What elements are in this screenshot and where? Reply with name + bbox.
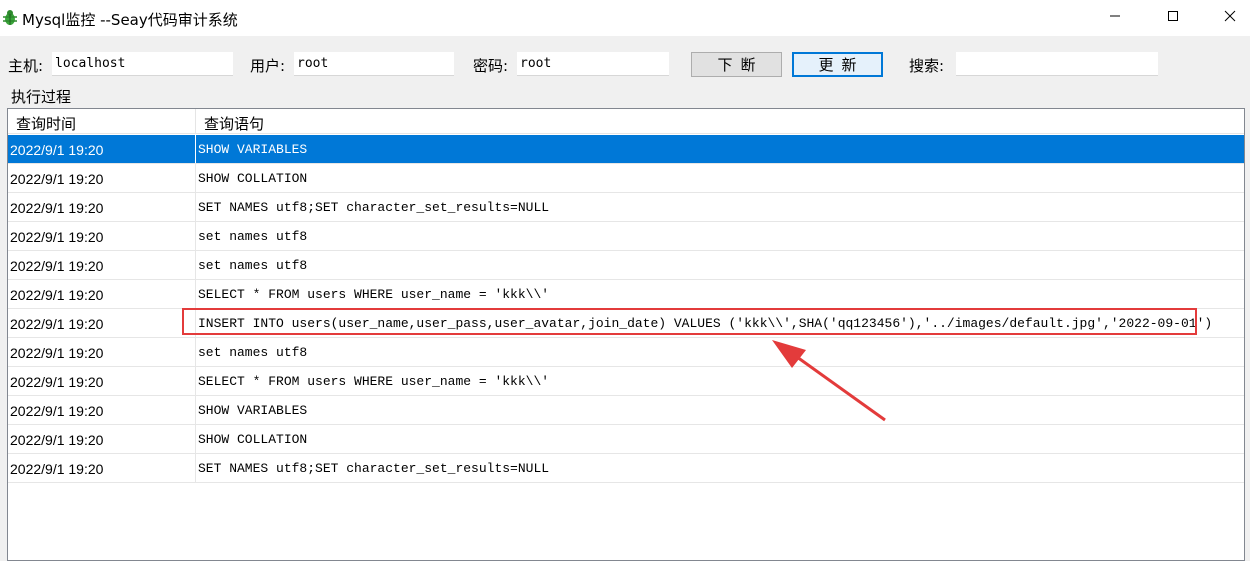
cell-query-sql: SHOW COLLATION xyxy=(198,432,308,447)
table-row[interactable]: 2022/9/1 19:20 SHOW VARIABLES xyxy=(8,135,1244,164)
query-listview[interactable]: 查询时间 查询语句 2022/9/1 19:20 SHOW VARIABLES 20… xyxy=(7,108,1245,561)
table-row[interactable]: 2022/9/1 19:20 SELECT * FROM users WHERE … xyxy=(8,280,1244,309)
maximize-icon xyxy=(1167,10,1179,26)
cell-query-sql: SET NAMES utf8;SET character_set_results… xyxy=(198,461,550,476)
cell-query-time: 2022/9/1 19:20 xyxy=(8,251,196,279)
cell-query-sql: SELECT * FROM users WHERE user_name = 'k… xyxy=(198,287,550,302)
password-input[interactable] xyxy=(517,52,669,76)
close-icon xyxy=(1224,10,1236,26)
password-label: 密码: xyxy=(473,57,509,75)
table-row[interactable]: 2022/9/1 19:20 SHOW COLLATION xyxy=(8,164,1244,193)
cell-query-sql: INSERT INTO users(user_name,user_pass,us… xyxy=(198,316,1213,331)
table-row[interactable]: 2022/9/1 19:20 set names utf8 xyxy=(8,338,1244,367)
table-row[interactable]: 2022/9/1 19:20 set names utf8 xyxy=(8,222,1244,251)
cell-query-sql: set names utf8 xyxy=(198,345,308,360)
table-row[interactable]: 2022/9/1 19:20 INSERT INTO users(user_nam… xyxy=(8,309,1244,338)
cell-query-sql: SHOW VARIABLES xyxy=(198,403,308,418)
cell-query-sql: SHOW VARIABLES xyxy=(198,142,308,157)
table-row[interactable]: 2022/9/1 19:20 SET NAMES utf8;SET charact… xyxy=(8,454,1244,483)
cell-query-sql: SELECT * FROM users WHERE user_name = 'k… xyxy=(198,374,550,389)
cell-query-sql: SHOW COLLATION xyxy=(198,171,308,186)
minimize-button[interactable] xyxy=(1092,0,1138,36)
cell-query-time: 2022/9/1 19:20 xyxy=(8,338,196,366)
cell-query-sql: set names utf8 xyxy=(198,258,308,273)
close-button[interactable] xyxy=(1207,0,1250,36)
cell-query-time: 2022/9/1 19:20 xyxy=(8,367,196,395)
table-row[interactable]: 2022/9/1 19:20 SET NAMES utf8;SET charact… xyxy=(8,193,1244,222)
table-row[interactable]: 2022/9/1 19:20 SELECT * FROM users WHERE … xyxy=(8,367,1244,396)
refresh-button[interactable]: 更新 xyxy=(792,52,883,77)
user-input[interactable] xyxy=(294,52,454,76)
cell-query-time: 2022/9/1 19:20 xyxy=(8,280,196,308)
table-row[interactable]: 2022/9/1 19:20 set names utf8 xyxy=(8,251,1244,280)
cell-query-time: 2022/9/1 19:20 xyxy=(8,193,196,221)
bug-icon xyxy=(1,9,19,27)
cell-query-time: 2022/9/1 19:20 xyxy=(8,425,196,453)
disconnect-button-label: 下断 xyxy=(717,56,764,74)
title-bar: Mysql监控 --Seay代码审计系统 xyxy=(0,0,1250,36)
execution-group-label: 执行过程 xyxy=(11,88,72,106)
window-title: Mysql监控 --Seay代码审计系统 xyxy=(22,11,238,29)
cell-query-time: 2022/9/1 19:20 xyxy=(8,396,196,424)
cell-query-sql: set names utf8 xyxy=(198,229,308,244)
cell-query-time: 2022/9/1 19:20 xyxy=(8,454,196,482)
cell-query-sql: SET NAMES utf8;SET character_set_results… xyxy=(198,200,550,215)
search-input[interactable] xyxy=(956,52,1158,76)
column-header-time[interactable]: 查询时间 xyxy=(8,109,196,134)
host-label: 主机: xyxy=(8,57,44,75)
refresh-button-label: 更新 xyxy=(818,56,865,74)
cell-query-time: 2022/9/1 19:20 xyxy=(8,309,196,337)
cell-query-time: 2022/9/1 19:20 xyxy=(8,164,196,192)
table-row[interactable]: 2022/9/1 19:20 SHOW VARIABLES xyxy=(8,396,1244,425)
cell-query-time: 2022/9/1 19:20 xyxy=(8,222,196,250)
maximize-button[interactable] xyxy=(1150,0,1196,36)
table-row[interactable]: 2022/9/1 19:20 SHOW COLLATION xyxy=(8,425,1244,454)
disconnect-button[interactable]: 下断 xyxy=(691,52,782,77)
user-label: 用户: xyxy=(250,57,286,75)
host-input[interactable] xyxy=(52,52,233,76)
cell-query-time: 2022/9/1 19:20 xyxy=(8,135,196,163)
column-header-sql[interactable]: 查询语句 xyxy=(196,109,1244,134)
listview-header: 查询时间 查询语句 xyxy=(8,109,1244,134)
minimize-icon xyxy=(1109,10,1121,26)
search-label: 搜索: xyxy=(909,57,945,75)
